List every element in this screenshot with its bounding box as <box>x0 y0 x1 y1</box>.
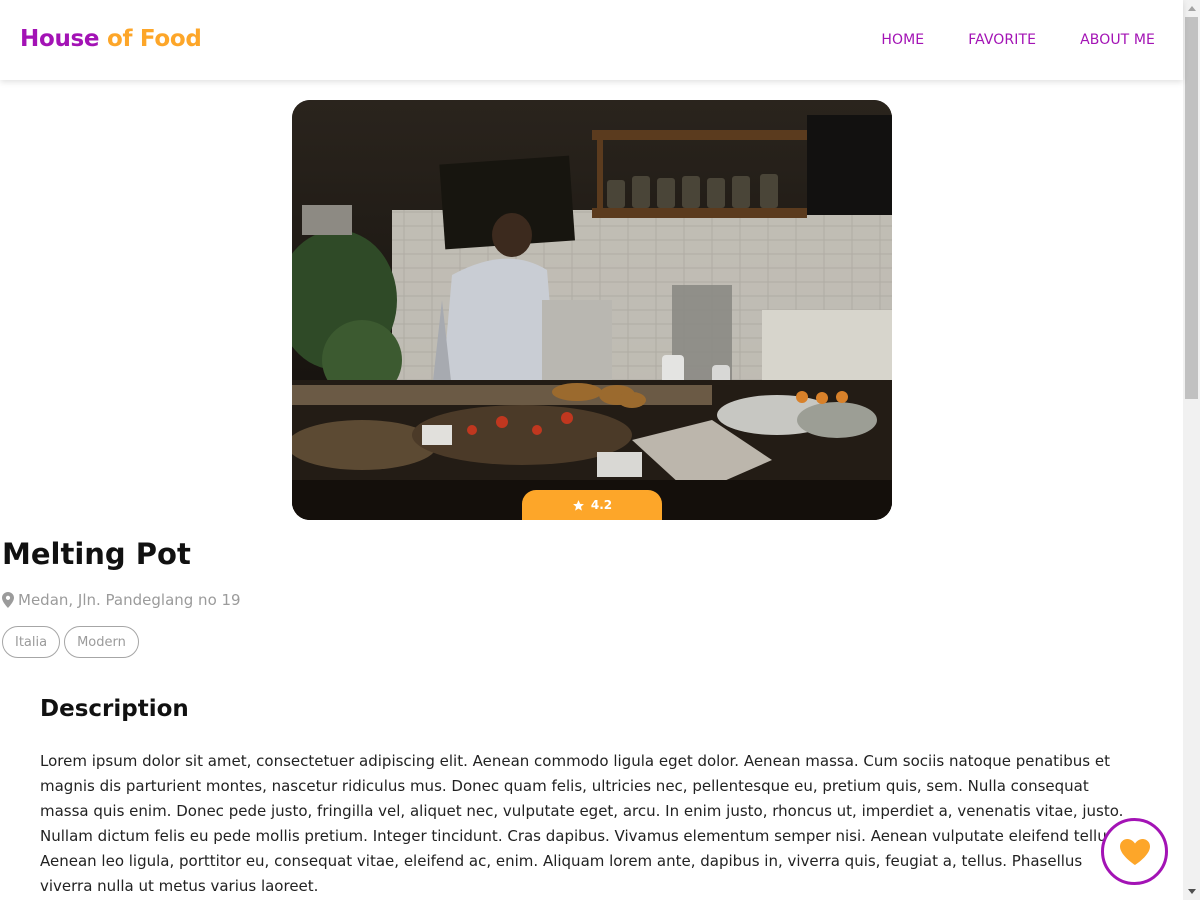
nav-menu: HOME FAVORITE ABOUT ME <box>837 32 1155 48</box>
scrollbar-thumb[interactable] <box>1185 17 1198 399</box>
brand-logo[interactable]: House of Food <box>20 26 202 52</box>
category-tags: Italia Modern <box>2 626 139 658</box>
nav-link-favorite[interactable]: FAVORITE <box>968 32 1036 48</box>
heart-icon <box>1119 838 1150 865</box>
description-heading: Description <box>40 696 189 722</box>
rating-badge: 4.2 <box>522 490 662 520</box>
rating-value: 4.2 <box>590 498 613 512</box>
star-icon <box>572 499 584 511</box>
category-tag: Italia <box>2 626 61 658</box>
nav-link-home[interactable]: HOME <box>881 32 924 48</box>
brand-name-part1: House <box>20 26 100 52</box>
scroll-down-arrow-icon[interactable] <box>1183 883 1200 900</box>
scroll-up-arrow-icon[interactable] <box>1183 0 1200 17</box>
favorite-button[interactable] <box>1101 818 1168 885</box>
brand-name-part2: of Food <box>106 26 202 52</box>
address-text: Medan, Jln. Pandeglang no 19 <box>18 591 241 609</box>
category-tag: Modern <box>64 626 139 658</box>
restaurant-name: Melting Pot <box>2 537 191 571</box>
page-scrollbar[interactable] <box>1183 0 1200 900</box>
restaurant-address: Medan, Jln. Pandeglang no 19 <box>2 591 241 609</box>
description-text: Lorem ipsum dolor sit amet, consectetuer… <box>40 752 1124 895</box>
map-marker-icon <box>2 592 14 608</box>
nav-link-about-me[interactable]: ABOUT ME <box>1080 32 1155 48</box>
top-navbar: House of Food HOME FAVORITE ABOUT ME <box>0 0 1183 80</box>
restaurant-hero-image <box>292 100 892 520</box>
